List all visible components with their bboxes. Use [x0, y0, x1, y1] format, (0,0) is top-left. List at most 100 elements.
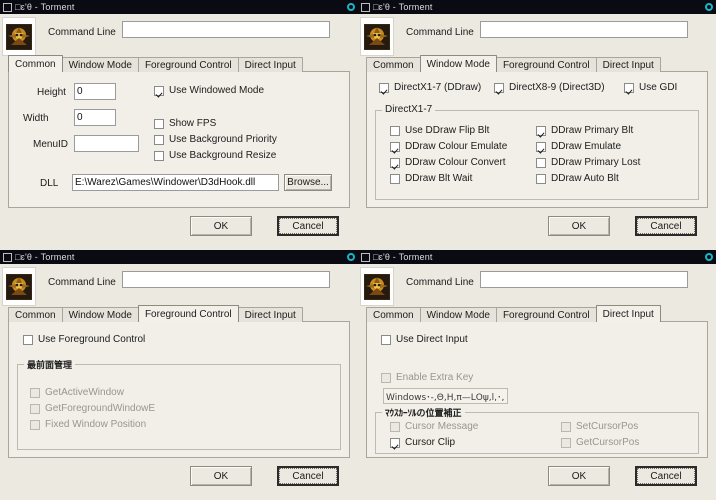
header: Command Line — [358, 14, 716, 58]
checkbox-ddraw-auto-blt[interactable]: DDraw Auto Blt — [536, 173, 619, 184]
checkbox-enable-extra-key[interactable]: Enable Extra Key — [381, 372, 473, 383]
tab-window-mode[interactable]: Window Mode — [419, 55, 497, 72]
checkbox-use-background-resize[interactable]: Use Background Resize — [154, 150, 276, 161]
checkbox-directx1-7-ddraw[interactable]: DirectX1-7 (DDraw) — [379, 82, 481, 93]
tab-direct-input[interactable]: Direct Input — [237, 307, 303, 322]
checkbox-ddraw-primary-blt[interactable]: DDraw Primary Blt — [536, 125, 633, 136]
checkbox-use-gdi[interactable]: Use GDI — [624, 82, 677, 93]
menuid-input[interactable] — [74, 135, 139, 152]
tab-common[interactable]: Common — [366, 307, 421, 322]
tab-panel-foreground-control: Use Foreground Control 最前面管理 GetActiveWi… — [8, 321, 350, 458]
checkbox-show-fps[interactable]: Show FPS — [154, 118, 216, 129]
checkbox-use-foreground-control[interactable]: Use Foreground Control — [23, 334, 145, 345]
ok-button[interactable]: OK — [190, 216, 252, 236]
checkbox-ddraw-colour-convert[interactable]: DDraw Colour Convert — [390, 157, 506, 168]
checkbox-fixed-window-position[interactable]: Fixed Window Position — [30, 419, 146, 430]
command-line-input[interactable] — [122, 271, 330, 288]
checkbox-label: GetForegroundWindowE — [45, 403, 156, 414]
close-circle-icon[interactable] — [705, 3, 713, 11]
ok-button[interactable]: OK — [548, 466, 610, 486]
cancel-button-label: Cancel — [637, 218, 695, 234]
directx1-7-group: DirectX1-7 Use DDraw Flip Blt DDraw Colo… — [375, 104, 699, 200]
dll-path-input[interactable] — [72, 174, 279, 191]
tab-common[interactable]: Common — [366, 57, 421, 72]
command-line-input[interactable] — [480, 271, 688, 288]
checkbox-box — [390, 421, 400, 432]
cancel-button[interactable]: Cancel — [277, 466, 339, 486]
checkbox-box — [624, 82, 634, 93]
checkbox-box — [390, 173, 400, 184]
system-menu-icon[interactable] — [361, 2, 370, 12]
tab-window-mode[interactable]: Window Mode — [61, 307, 139, 322]
tab-bar: Common Window Mode Foreground Control Di… — [366, 305, 661, 322]
cancel-button[interactable]: Cancel — [635, 216, 697, 236]
cancel-button-label: Cancel — [279, 218, 337, 234]
header: Command Line — [358, 264, 716, 308]
tab-foreground-control[interactable]: Foreground Control — [137, 305, 239, 322]
checkbox-getcursorpos[interactable]: GetCursorPos — [561, 437, 639, 448]
checkbox-box — [494, 82, 504, 93]
close-circle-icon[interactable] — [347, 253, 355, 261]
checkbox-box — [561, 437, 571, 448]
height-input[interactable] — [74, 83, 116, 100]
checkbox-ddraw-colour-emulate[interactable]: DDraw Colour Emulate — [390, 141, 507, 152]
close-circle-icon[interactable] — [347, 3, 355, 11]
command-line-input[interactable] — [122, 21, 330, 38]
system-menu-icon[interactable] — [361, 252, 370, 262]
tab-direct-input[interactable]: Direct Input — [595, 305, 661, 322]
checkbox-setcursorpos[interactable]: SetCursorPos — [561, 421, 638, 432]
tab-window-mode[interactable]: Window Mode — [419, 307, 497, 322]
checkbox-use-direct-input[interactable]: Use Direct Input — [381, 334, 468, 345]
close-circle-icon[interactable] — [705, 253, 713, 261]
checkbox-use-windowed-mode[interactable]: Use Windowed Mode — [154, 85, 264, 96]
group-title: ﾏｳｽｶｰｿﾙの位置補正 — [382, 406, 465, 419]
ok-button[interactable]: OK — [190, 466, 252, 486]
checkbox-cursor-message[interactable]: Cursor Message — [390, 421, 478, 432]
system-menu-icon[interactable] — [3, 2, 12, 12]
titlebar-buttons — [705, 253, 713, 261]
checkbox-getactivewindow[interactable]: GetActiveWindow — [30, 387, 124, 398]
tab-direct-input[interactable]: Direct Input — [237, 57, 303, 72]
ok-button[interactable]: OK — [548, 216, 610, 236]
tab-common[interactable]: Common — [8, 307, 63, 322]
cancel-button[interactable]: Cancel — [277, 216, 339, 236]
checkbox-use-ddraw-flip-blt[interactable]: Use DDraw Flip Blt — [390, 125, 489, 136]
cancel-button-label: Cancel — [279, 468, 337, 484]
command-line-label: Command Line — [406, 27, 474, 38]
menuid-label: MenuID — [33, 139, 69, 150]
window-title: □ɛ'θ - Torment — [15, 252, 75, 262]
checkbox-box — [154, 118, 164, 129]
titlebar[interactable]: □ɛ'θ - Torment — [358, 250, 716, 264]
extra-key-input[interactable] — [383, 388, 508, 404]
checkbox-label: Fixed Window Position — [45, 419, 147, 430]
system-menu-icon[interactable] — [3, 252, 12, 262]
torment-app-icon — [6, 273, 32, 300]
titlebar[interactable]: □ɛ'θ - Torment — [0, 0, 358, 14]
width-input[interactable] — [74, 109, 116, 126]
checkbox-ddraw-emulate[interactable]: DDraw Emulate — [536, 141, 621, 152]
tab-bar: Common Window Mode Foreground Control Di… — [8, 55, 303, 72]
checkbox-use-background-priority[interactable]: Use Background Priority — [154, 134, 277, 145]
browse-button[interactable]: Browse... — [284, 174, 332, 191]
cancel-button[interactable]: Cancel — [635, 466, 697, 486]
torment-app-icon — [6, 23, 32, 50]
tab-direct-input[interactable]: Direct Input — [595, 57, 661, 72]
window-title: □ɛ'θ - Torment — [15, 2, 75, 12]
tab-foreground-control[interactable]: Foreground Control — [137, 57, 239, 72]
checkbox-label: DDraw Primary Lost — [551, 157, 641, 168]
checkbox-ddraw-primary-lost[interactable]: DDraw Primary Lost — [536, 157, 640, 168]
checkbox-label: DDraw Auto Blt — [551, 173, 619, 184]
tab-common[interactable]: Common — [8, 55, 63, 72]
titlebar[interactable]: □ɛ'θ - Torment — [358, 0, 716, 14]
dll-label: DLL — [40, 178, 59, 189]
checkbox-ddraw-blt-wait[interactable]: DDraw Blt Wait — [390, 173, 472, 184]
command-line-input[interactable] — [480, 21, 688, 38]
checkbox-cursor-clip[interactable]: Cursor Clip — [390, 437, 455, 448]
tab-foreground-control[interactable]: Foreground Control — [495, 307, 597, 322]
titlebar[interactable]: □ɛ'θ - Torment — [0, 250, 358, 264]
foreground-group: 最前面管理 GetActiveWindow GetForegroundWindo… — [17, 358, 341, 450]
tab-window-mode[interactable]: Window Mode — [61, 57, 139, 72]
checkbox-getforegroundwindowe[interactable]: GetForegroundWindowE — [30, 403, 155, 414]
tab-foreground-control[interactable]: Foreground Control — [495, 57, 597, 72]
checkbox-directx8-9-direct3d[interactable]: DirectX8-9 (Direct3D) — [494, 82, 605, 93]
